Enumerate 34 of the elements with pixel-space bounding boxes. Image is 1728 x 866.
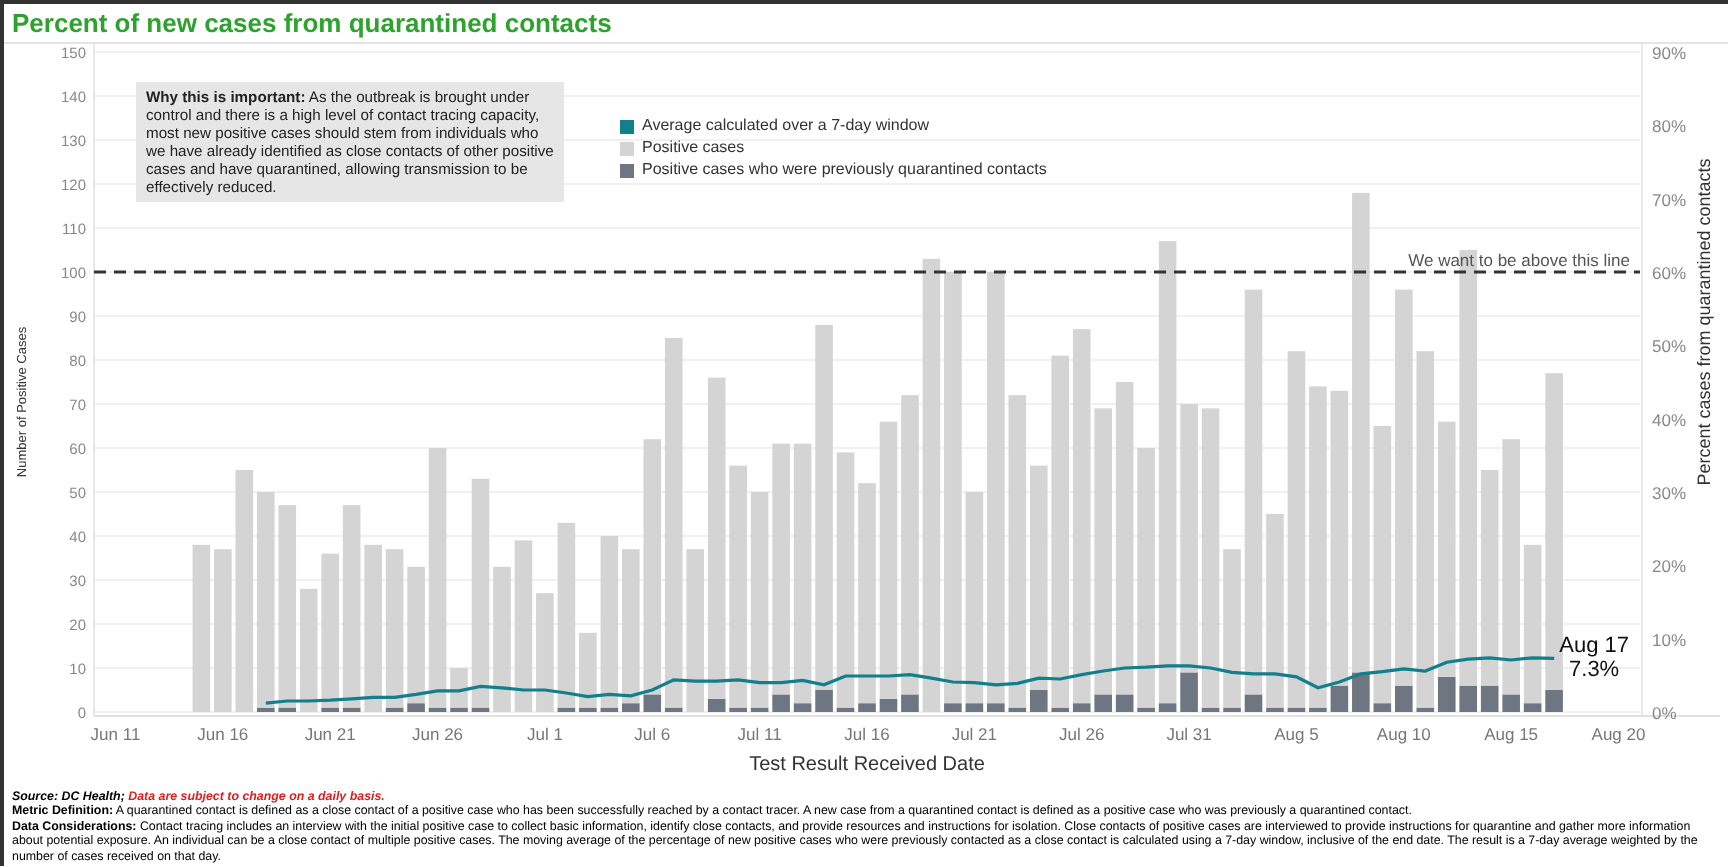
axis-tick-label: Aug 5 [1274,724,1319,744]
axis-tick-label: 90% [1652,44,1687,63]
axis-tick-label: Aug 10 [1376,724,1431,744]
legend-label: Average calculated over a 7-day window [642,116,929,136]
axis-tick-label: 40% [1652,409,1687,430]
axis-tick-label: 30% [1652,483,1687,503]
axis-title: Test Result Received Date [749,754,985,776]
axis-tick-label: Jun 26 [412,724,464,744]
axis-tick-label: Jul 26 [1059,724,1105,744]
axis-tick-label: 20% [1652,556,1687,577]
axis-tick-label: Aug 15 [1484,724,1539,744]
axis-tick-label: 60% [1652,263,1687,283]
axis-tick-label: Jul 11 [737,724,782,744]
point-label: Aug 17 [1559,634,1629,659]
axis-tick-label: 0% [1652,703,1677,723]
axis-tick-label: 10% [1652,629,1687,650]
axis-tick-label: 70% [1652,189,1687,210]
axis-tick-label: 50% [1652,336,1687,357]
axis-tick-label: Jul 31 [1166,724,1212,744]
axis-title: Percent cases from quarantined contacts [1694,158,1714,486]
legend-label: Positive cases who were previously quarantined contacts [642,160,1047,180]
axis-tick-label: Jun 16 [197,724,249,744]
axis-tick-label: Jul 6 [634,724,671,744]
axis-tick-label: 80% [1652,116,1687,137]
axis-tick-label: Jul 21 [951,724,998,744]
axis-tick-label: Jun 11 [90,724,141,744]
axis-tick-label: Jul 16 [844,724,890,744]
legend-label: Positive cases [642,138,745,158]
axis-tick-label: Jul 1 [526,724,563,744]
axis-tick-label: Jun 21 [304,724,356,744]
reference-label: We want to be above this line [1408,250,1630,270]
axis-tick-label: Aug 20 [1591,724,1646,744]
chart-title: Percent of new cases from quarantined contacts [4,4,1728,44]
point-label: 7.3% [1569,658,1620,683]
